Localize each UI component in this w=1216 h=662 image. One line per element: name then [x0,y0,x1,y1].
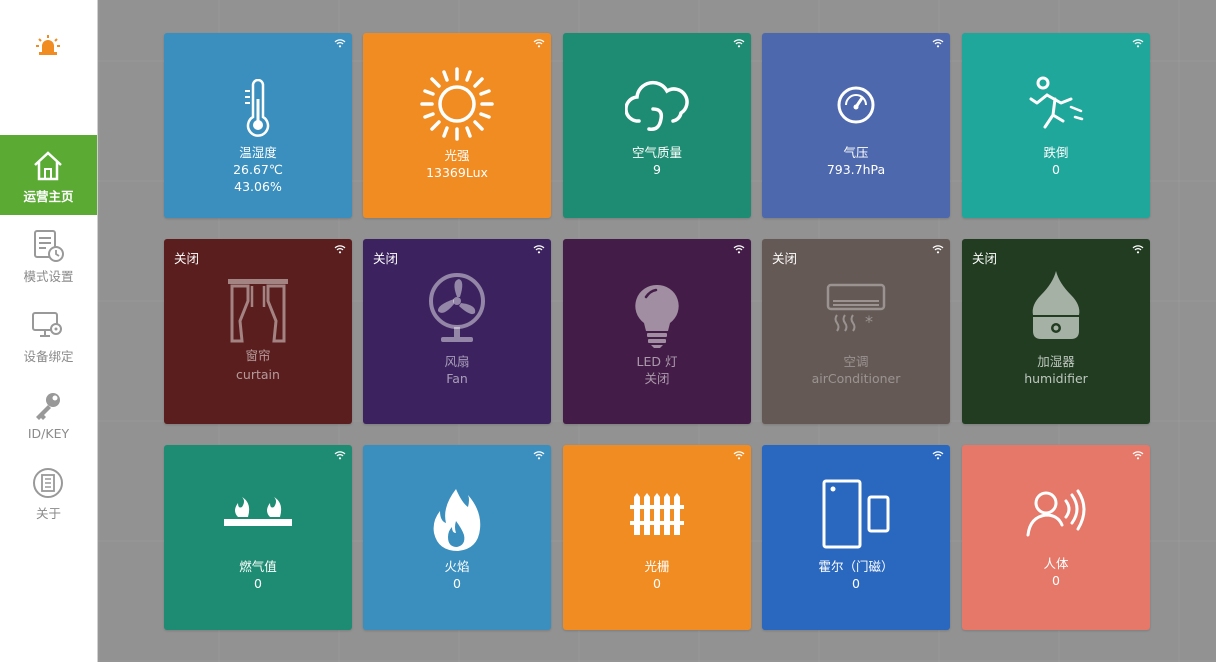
tile-air-quality[interactable]: 空气质量 9 [563,33,751,218]
tile-name: 温湿度 [239,145,277,160]
gas-value: 0 [254,576,262,591]
door-sensor-icon [822,479,890,549]
tile-humidifier[interactable]: 关闭 加湿器 humidifier [962,239,1150,424]
cloud-wind-icon [625,80,689,132]
sidebar: 运营主页 模式设置 设备绑定 ID/KEY 关于 [0,0,98,662]
tile-name: 加湿器 [1037,354,1075,369]
wifi-icon [733,451,745,460]
key-icon [36,393,60,420]
curtain-icon [228,279,288,343]
wifi-icon [1132,245,1144,254]
alarm-light-icon [36,35,60,55]
motion-sensor-icon [1026,489,1086,537]
humidifier-icon [1032,271,1080,339]
tile-name: 空气质量 [631,145,682,160]
wifi-icon [932,245,944,254]
tile-name: 霍尔（门磁） [818,559,894,574]
tile-subname: curtain [236,367,280,382]
sun-icon [420,67,494,141]
nav-item-id-key[interactable]: ID/KEY [0,375,97,455]
device-status: 关闭 [772,251,798,266]
nav-item-device-binding[interactable]: 设备绑定 [0,295,97,375]
fence-icon [630,493,684,535]
flame-icon [433,489,481,551]
nav-item-mode-settings[interactable]: 模式设置 [0,215,97,295]
nav-item-label: ID/KEY [27,426,70,441]
tile-name: 人体 [1043,556,1069,571]
tile-subname: humidifier [1024,371,1088,386]
falling-person-icon [1029,76,1084,129]
pressure-value: 793.7hPa [826,162,886,177]
tile-name: 气压 [843,145,869,160]
nav-item-label: 设备绑定 [23,349,74,364]
svg-text:*: * [865,312,873,331]
dashboard: 温湿度 26.67℃ 43.06% 光强 13369Lux 空气质量 9 气压 … [98,0,1216,662]
wifi-icon [1132,451,1144,460]
gauge-icon [837,86,875,124]
wifi-icon [932,451,944,460]
light-bulb-icon [635,284,679,348]
building-icon [33,468,63,498]
nav-item-about[interactable]: 关于 [0,452,97,532]
tile-name: 空调 [843,354,869,369]
tile-name: 风扇 [444,354,470,369]
wifi-icon [1132,39,1144,48]
wifi-icon [533,451,545,460]
tile-led-light[interactable]: LED 灯 关闭 [563,239,751,424]
nav-item-label: 模式设置 [23,269,74,284]
thermometer-icon [245,79,270,137]
tile-name: 火焰 [444,559,470,574]
tile-subname: 关闭 [644,371,670,386]
tile-name: 燃气值 [239,559,277,574]
tile-gas[interactable]: 燃气值 0 [164,445,352,630]
tile-human-body[interactable]: 人体 0 [962,445,1150,630]
tile-subname: Fan [446,371,468,386]
tile-grating[interactable]: 光栅 0 [563,445,751,630]
nav-item-label: 关于 [35,506,61,521]
tile-fan[interactable]: 关闭 风扇 Fan [363,239,551,424]
tile-name: 窗帘 [245,348,271,363]
air-quality-value: 9 [653,162,661,177]
tile-name: 光强 [444,148,470,163]
tile-light-intensity[interactable]: 光强 13369Lux [363,33,551,218]
tile-curtain[interactable]: 关闭 窗帘 curtain [164,239,352,424]
tile-temperature-humidity[interactable]: 温湿度 26.67℃ 43.06% [164,33,352,218]
flame-value: 0 [453,576,461,591]
fan-icon [429,273,485,342]
body-value: 0 [1052,573,1060,588]
tile-flame[interactable]: 火焰 0 [363,445,551,630]
tile-fall-detection[interactable]: 跌倒 0 [962,33,1150,218]
wifi-icon [932,39,944,48]
device-status: 关闭 [972,251,998,266]
grating-value: 0 [653,576,661,591]
tile-name: 光栅 [644,559,670,574]
tile-air-conditioner[interactable]: 关闭 * 空调 airConditioner [762,239,950,424]
humidity-value: 43.06% [234,179,282,194]
document-clock-icon [34,230,64,262]
light-value: 13369Lux [426,165,488,180]
hall-value: 0 [852,576,860,591]
fall-value: 0 [1052,162,1060,177]
air-conditioner-icon: * [826,283,886,332]
tile-air-pressure[interactable]: 气压 793.7hPa [762,33,950,218]
device-status: 关闭 [373,251,399,266]
device-status: 关闭 [174,251,200,266]
wifi-icon [334,245,346,254]
wifi-icon [733,39,745,48]
wifi-icon [733,245,745,254]
wifi-icon [533,39,545,48]
wifi-icon [533,245,545,254]
tile-subname: airConditioner [811,371,901,386]
gas-stove-icon [224,497,292,526]
wifi-icon [334,451,346,460]
monitor-gear-icon [32,312,62,337]
tile-hall-sensor[interactable]: 霍尔（门磁） 0 [762,445,950,630]
temperature-value: 26.67℃ [233,162,283,177]
nav-item-label: 运营主页 [23,189,74,204]
tile-name: LED 灯 [636,354,678,369]
tile-name: 跌倒 [1043,145,1069,160]
home-icon [34,151,62,181]
nav-item-home[interactable]: 运营主页 [0,135,97,215]
wifi-icon [334,39,346,48]
